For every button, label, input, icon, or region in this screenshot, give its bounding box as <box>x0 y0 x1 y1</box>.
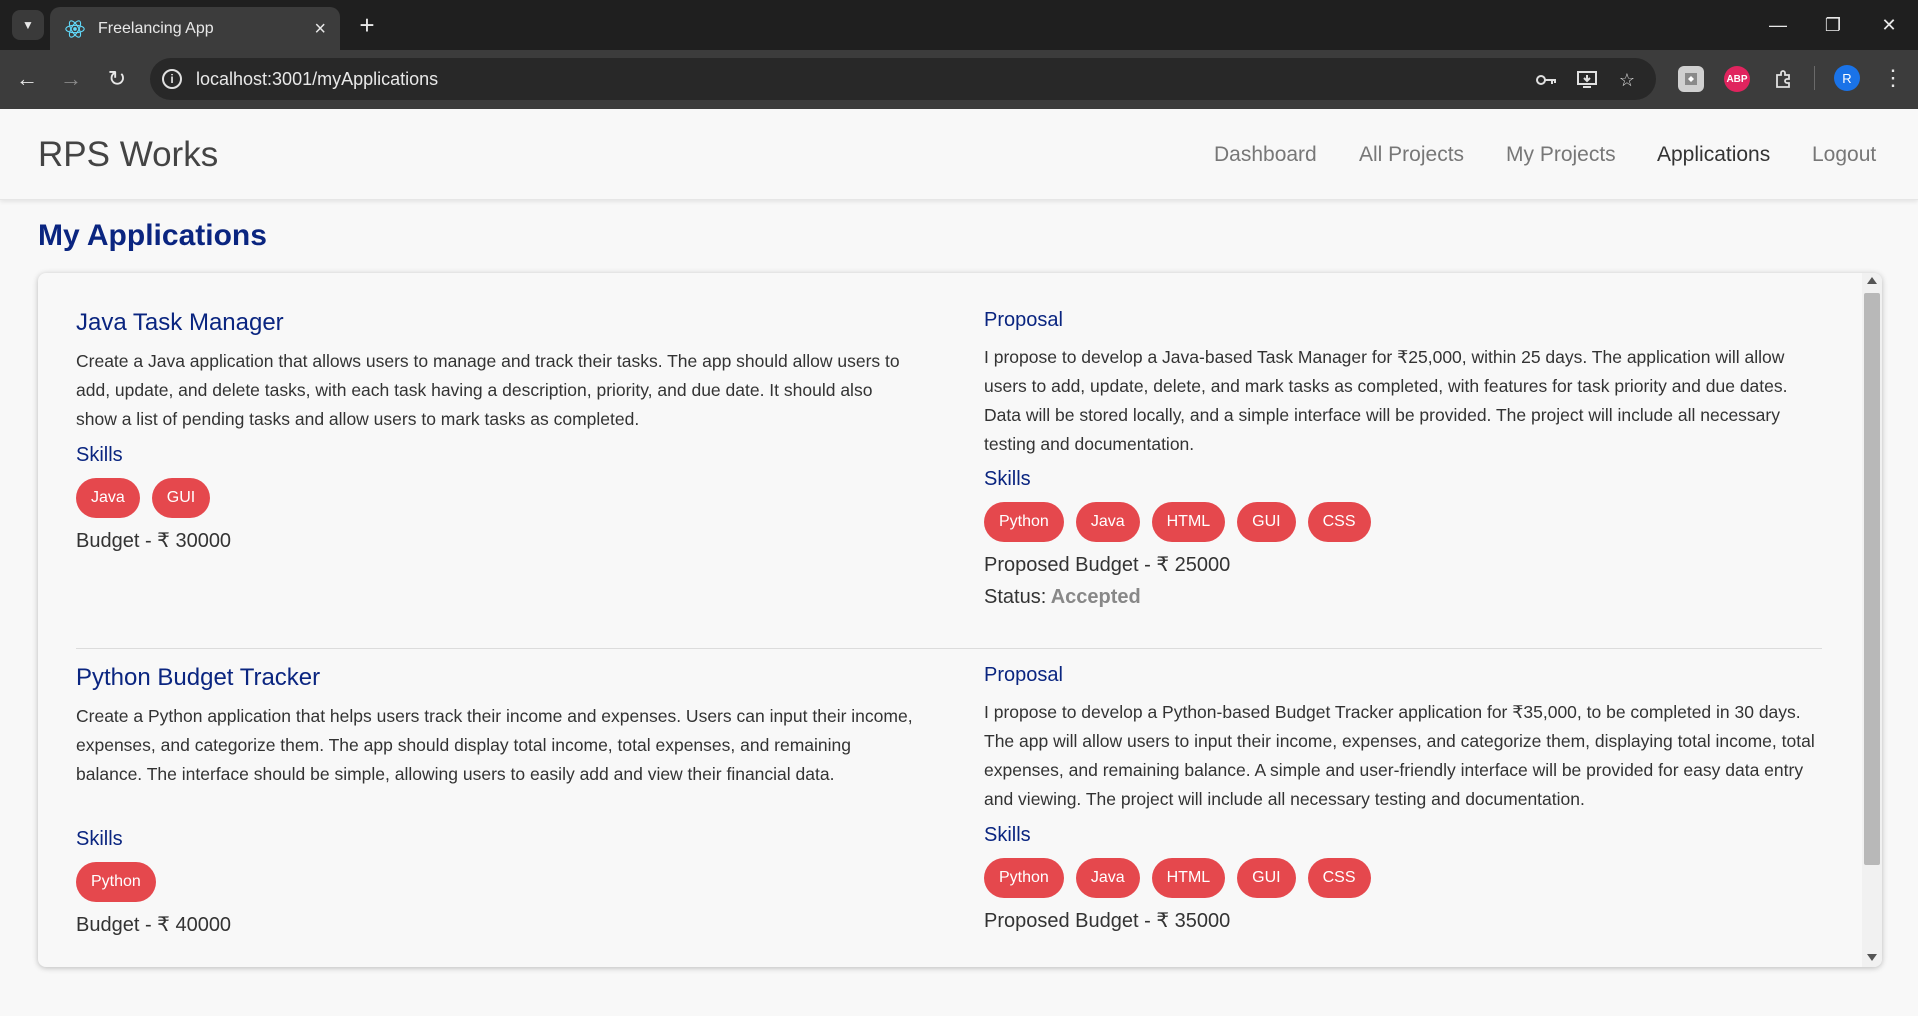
proposed-budget: Proposed Budget - ₹ 25000 <box>984 554 1231 576</box>
url-text: localhost:3001/myApplications <box>196 69 439 89</box>
skill-chip: Java <box>1075 502 1140 542</box>
status-badge: Accepted <box>1050 586 1141 608</box>
skills-label: Skills <box>76 444 123 466</box>
site-info-icon[interactable]: i <box>162 69 182 89</box>
project-skills: Python <box>76 862 156 902</box>
skills-label: Skills <box>984 824 1031 846</box>
reload-icon[interactable]: ↻ <box>102 64 132 94</box>
tab-title: Freelancing App <box>98 19 214 37</box>
skills-label: Skills <box>76 828 123 850</box>
skill-chip: Python <box>984 858 1064 898</box>
scroll-down-arrow-icon[interactable] <box>1867 954 1877 961</box>
project-skills: Java GUI <box>76 478 211 518</box>
forward-icon[interactable]: → <box>56 64 86 94</box>
tab-close-icon[interactable]: × <box>314 19 326 39</box>
proposed-budget: Proposed Budget - ₹ 35000 <box>984 910 1231 932</box>
proposal-label: Proposal <box>984 664 1063 686</box>
tab-search-chevron-icon[interactable]: ▼ <box>12 10 44 40</box>
extension-icon[interactable] <box>1678 66 1704 92</box>
scrollbar[interactable] <box>1862 273 1882 967</box>
brand-logo[interactable]: RPS Works <box>38 135 218 175</box>
skill-chip: GUI <box>151 478 211 518</box>
nav-my-projects[interactable]: My Projects <box>1506 143 1616 167</box>
project-title: Python Budget Tracker <box>76 664 321 691</box>
skills-label: Skills <box>984 468 1031 490</box>
close-window-icon[interactable]: ✕ <box>1866 8 1912 42</box>
status-line: Status: Accepted <box>984 586 1141 609</box>
address-bar[interactable]: i localhost:3001/myApplications ☆ <box>150 58 1656 100</box>
browser-tab[interactable]: Freelancing App × <box>50 7 340 50</box>
proposal-text: I propose to develop a Python-based Budg… <box>984 702 1815 809</box>
project-budget: Budget - ₹ 40000 <box>76 914 232 936</box>
divider <box>76 648 1822 649</box>
profile-avatar[interactable]: R <box>1834 65 1860 91</box>
project-budget: Budget - ₹ 30000 <box>76 530 232 552</box>
skill-chip: CSS <box>1307 502 1371 542</box>
react-icon <box>65 19 85 38</box>
app-header: RPS Works Dashboard All Projects My Proj… <box>0 109 1918 200</box>
skill-chip: Java <box>1075 858 1140 898</box>
proposal-text: I propose to develop a Java-based Task M… <box>984 347 1788 454</box>
minimize-icon[interactable]: — <box>1755 8 1801 42</box>
project-title: Java Task Manager <box>76 309 284 336</box>
restore-icon[interactable]: ❐ <box>1810 8 1856 42</box>
scroll-up-arrow-icon[interactable] <box>1867 277 1877 284</box>
browser-toolbar: ← → ↻ i localhost:3001/myApplications ☆ <box>0 50 1918 109</box>
toolbar-separator <box>1814 66 1815 90</box>
adblock-icon[interactable]: ABP <box>1724 66 1750 92</box>
nav-all-projects[interactable]: All Projects <box>1359 143 1464 167</box>
page-title: My Applications <box>38 219 267 252</box>
browser-menu-icon[interactable]: ⋮ <box>1880 64 1906 92</box>
skill-chip: Java <box>76 478 140 518</box>
skill-chip: Python <box>984 502 1064 542</box>
applications-card: Java Task Manager Create a Java applicat… <box>38 273 1882 967</box>
skill-chip: HTML <box>1151 502 1226 542</box>
new-tab-icon[interactable]: + <box>352 10 382 40</box>
nav-dashboard[interactable]: Dashboard <box>1214 143 1317 167</box>
status-label: Status: <box>984 586 1047 608</box>
browser-tab-bar: ▼ Freelancing App × + — ❐ ✕ <box>0 0 1918 50</box>
extensions-puzzle-icon[interactable] <box>1770 66 1796 92</box>
skill-chip: GUI <box>1237 858 1296 898</box>
skill-chip: HTML <box>1151 858 1226 898</box>
nav-logout[interactable]: Logout <box>1812 143 1876 167</box>
project-description: Create a Python application that helps u… <box>76 706 913 784</box>
skill-chip: CSS <box>1307 858 1371 898</box>
scrollbar-thumb[interactable] <box>1864 293 1880 865</box>
skill-chip: Python <box>76 862 156 902</box>
proposal-skills: Python Java HTML GUI CSS <box>984 502 1371 542</box>
install-app-icon[interactable] <box>1574 67 1600 93</box>
skill-chip: GUI <box>1237 502 1296 542</box>
proposal-label: Proposal <box>984 309 1063 331</box>
bookmark-star-icon[interactable]: ☆ <box>1614 67 1640 93</box>
key-icon[interactable] <box>1534 67 1560 93</box>
back-icon[interactable]: ← <box>12 64 42 94</box>
proposal-skills: Python Java HTML GUI CSS <box>984 858 1371 898</box>
nav-applications[interactable]: Applications <box>1657 143 1770 167</box>
project-description: Create a Java application that allows us… <box>76 351 900 429</box>
